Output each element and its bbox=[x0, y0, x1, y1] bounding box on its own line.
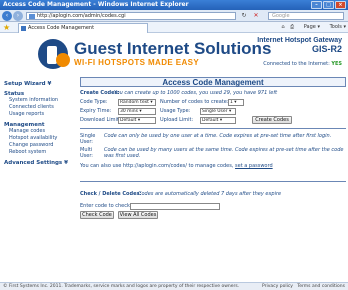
single-user-description: Single User: Code can only be used by on… bbox=[80, 133, 332, 145]
favorites-bar: ★ Access Code Management ⌂ ⎙ Page ▾ Tool… bbox=[0, 22, 348, 33]
code-type-label: Code Type: bbox=[80, 99, 108, 105]
tools-menu[interactable]: Tools ▾ bbox=[326, 24, 346, 30]
print-icon[interactable]: ⎙ bbox=[290, 24, 294, 30]
copyright-text: © First Systems Inc. 2011. Trademarks, s… bbox=[3, 284, 240, 289]
main-panel: Access Code Management Create Codes: You… bbox=[80, 77, 346, 220]
favorites-star-icon[interactable]: ★ bbox=[3, 23, 10, 32]
upload-limit-label: Upload Limit: bbox=[160, 117, 194, 123]
minimize-button[interactable]: – bbox=[311, 1, 322, 9]
download-limit-label: Download Limit: bbox=[80, 117, 121, 123]
browser-tab[interactable]: Access Code Management bbox=[18, 23, 148, 33]
check-codes-note: Codes are automatically deleted 7 days a… bbox=[138, 191, 282, 197]
usage-type-label: Usage Type: bbox=[160, 108, 191, 114]
back-icon[interactable]: ‹ bbox=[2, 11, 12, 21]
code-input[interactable] bbox=[130, 203, 220, 210]
brand-tagline: WI-FI HOTSPOTS MADE EASY bbox=[74, 58, 200, 67]
tab-favicon-icon bbox=[21, 26, 26, 31]
privacy-link[interactable]: Privacy policy bbox=[262, 284, 293, 289]
tab-label: Access Code Management bbox=[28, 25, 95, 31]
sidebar-item-reboot-system[interactable]: Reboot system bbox=[4, 149, 70, 156]
also-use-text: You can also use http://aplogin.com/code… bbox=[80, 163, 273, 169]
view-all-codes-button[interactable]: View All Codes bbox=[118, 211, 158, 219]
search-placeholder: Google bbox=[272, 13, 290, 19]
url-text: http://aplogin.com/admin/codes.cgi bbox=[37, 13, 126, 19]
create-codes-button[interactable]: Create Codes bbox=[252, 116, 292, 124]
divider bbox=[80, 128, 346, 129]
search-input[interactable]: Google bbox=[268, 12, 344, 20]
window-titlebar: Access Code Management - Windows Interne… bbox=[0, 0, 348, 10]
check-codes-label: Check / Delete Codes: bbox=[80, 191, 142, 197]
sidebar: Setup Wizard ¥ Status System information… bbox=[4, 77, 70, 166]
close-button[interactable]: × bbox=[335, 1, 346, 9]
sidebar-setup-wizard[interactable]: Setup Wizard ¥ bbox=[4, 81, 70, 87]
address-bar: ‹ › http://aplogin.com/admin/codes.cgi ↻… bbox=[0, 10, 348, 22]
connection-status: Connected to the Internet: YES bbox=[263, 61, 342, 67]
maximize-button[interactable]: □ bbox=[323, 1, 334, 9]
page-menu[interactable]: Page ▾ bbox=[300, 24, 320, 30]
web-page: Guest Internet Solutions WI-FI HOTSPOTS … bbox=[0, 33, 348, 282]
terms-link[interactable]: Terms and conditions bbox=[297, 284, 345, 289]
expiry-select[interactable]: 30 mins ▾ bbox=[118, 108, 156, 115]
download-limit-select[interactable]: Default ▾ bbox=[118, 117, 156, 124]
multi-user-description: Multi User: Code can be used by many use… bbox=[80, 147, 344, 159]
num-codes-label: Number of codes to create: bbox=[160, 99, 229, 105]
refresh-icon[interactable]: ↻ bbox=[240, 12, 248, 20]
set-password-link[interactable]: set a password bbox=[235, 163, 273, 169]
expiry-label: Expiry Time: bbox=[80, 108, 112, 114]
sidebar-advanced-settings[interactable]: Advanced Settings ¥ bbox=[4, 160, 70, 166]
product-name: Internet Hotspot Gateway GIS-R2 bbox=[257, 37, 342, 54]
usage-type-select[interactable]: Single User ▾ bbox=[200, 108, 236, 115]
sidebar-item-system-information[interactable]: System information bbox=[4, 97, 70, 104]
page-icon bbox=[29, 14, 35, 19]
forward-icon[interactable]: › bbox=[13, 11, 23, 21]
sidebar-item-manage-codes[interactable]: Manage codes bbox=[4, 128, 70, 135]
stop-icon[interactable]: ✕ bbox=[252, 12, 260, 20]
window-title: Access Code Management - Windows Interne… bbox=[3, 1, 189, 8]
upload-limit-select[interactable]: Default ▾ bbox=[200, 117, 236, 124]
connection-status-value: YES bbox=[331, 61, 342, 67]
brand-name: Guest Internet Solutions bbox=[74, 39, 272, 58]
page-footer: © First Systems Inc. 2011. Trademarks, s… bbox=[0, 282, 348, 290]
create-codes-note: You can create up to 1000 codes, you use… bbox=[114, 90, 278, 96]
sidebar-item-usage-reports[interactable]: Usage reports bbox=[4, 111, 70, 118]
url-field[interactable]: http://aplogin.com/admin/codes.cgi bbox=[26, 12, 236, 20]
code-type-select[interactable]: Random text ▾ bbox=[118, 99, 156, 106]
divider bbox=[80, 181, 346, 182]
sidebar-item-change-password[interactable]: Change password bbox=[4, 142, 70, 149]
command-bar: ⌂ ⎙ Page ▾ Tools ▾ bbox=[277, 23, 346, 32]
home-icon[interactable]: ⌂ bbox=[281, 24, 284, 30]
enter-code-label: Enter code to check: bbox=[80, 203, 132, 209]
page-title: Access Code Management bbox=[80, 77, 346, 87]
sidebar-item-connected-clients[interactable]: Connected clients bbox=[4, 104, 70, 111]
sidebar-item-hotspot-availability[interactable]: Hotspot availability bbox=[4, 135, 70, 142]
num-codes-select[interactable]: 1 ▾ bbox=[228, 99, 244, 106]
check-code-button[interactable]: Check Code bbox=[80, 211, 114, 219]
